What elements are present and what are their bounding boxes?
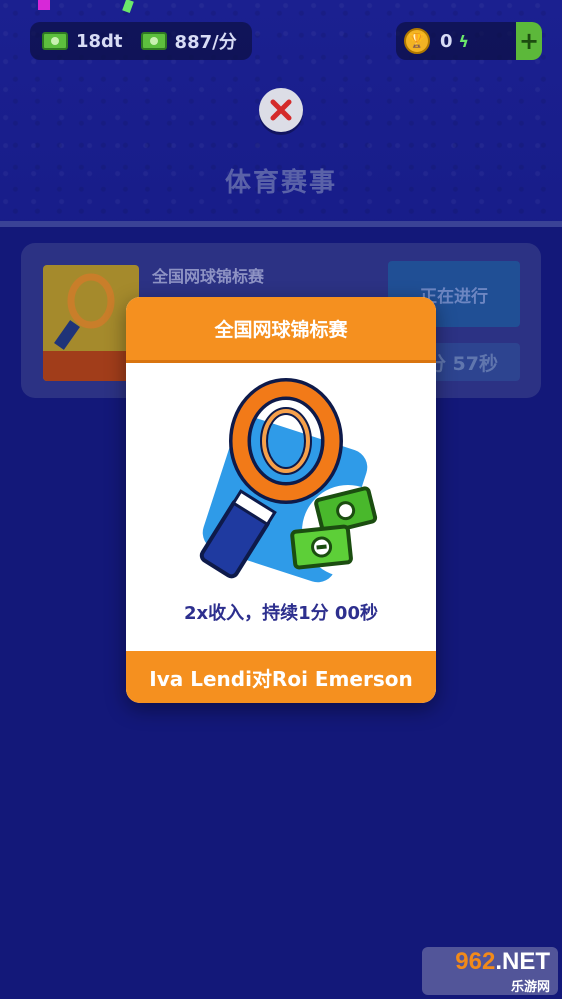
watermark-subtitle: 乐游网	[510, 979, 550, 995]
event-thumbnail-footer	[43, 351, 139, 381]
cash-income-panel: 18dt 887/分	[30, 22, 252, 60]
event-name: 全国网球锦标赛	[152, 267, 265, 286]
event-modal: 全国网球锦标赛 2x收入，持续1分 00秒 Iva Lendi对Roi Emer…	[126, 297, 436, 703]
add-coins-button[interactable]: +	[516, 22, 542, 60]
coins-panel: 🏆 0 ϟ +	[396, 22, 542, 60]
income-rate: 887/分	[174, 32, 237, 53]
page-title: 体育赛事	[224, 168, 337, 198]
cash-value: 18dt	[76, 30, 123, 52]
confetti-piece	[38, 0, 50, 10]
site-watermark: 962.NET 乐游网	[422, 947, 558, 995]
coins-value: 0	[440, 30, 453, 52]
tennis-racket-boost-icon	[199, 378, 394, 583]
lightning-icon: ϟ	[458, 31, 470, 51]
trophy-coin-icon: 🏆	[404, 28, 430, 54]
cash-icon	[42, 32, 68, 50]
close-button[interactable]	[259, 88, 303, 132]
close-icon	[270, 99, 292, 121]
modal-description: 2x收入，持续1分 00秒	[184, 603, 378, 624]
modal-illustration	[126, 363, 436, 593]
income-cash-icon	[140, 32, 167, 50]
event-thumbnail	[43, 265, 139, 381]
modal-matchup: Iva Lendi对Roi Emerson	[126, 651, 436, 703]
watermark-logo: 962.NET	[455, 948, 550, 976]
racket-icon	[54, 273, 115, 350]
watermark-suffix: .NET	[495, 947, 550, 975]
modal-title: 全国网球锦标赛	[126, 297, 436, 363]
watermark-brand: 962	[455, 947, 496, 975]
